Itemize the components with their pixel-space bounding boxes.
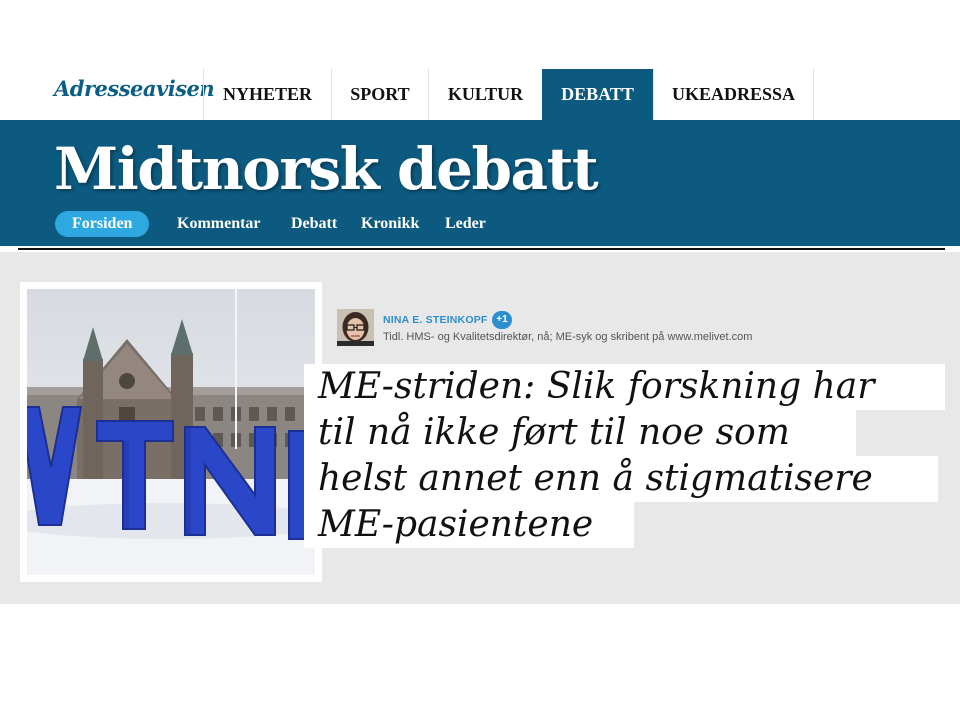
section-title[interactable]: Midtnorsk debatt: [54, 133, 599, 205]
site-logo[interactable]: Adresseavisen: [54, 76, 215, 101]
subnav-debatt[interactable]: Debatt: [291, 211, 337, 237]
article-image[interactable]: [27, 289, 315, 575]
nav-tab-nyheter[interactable]: NYHETER: [203, 69, 331, 120]
subnav-kommentar[interactable]: Kommentar: [177, 211, 261, 237]
author-avatar[interactable]: [337, 309, 374, 346]
nav-tab-sport[interactable]: SPORT: [331, 69, 428, 120]
subnav-forsiden[interactable]: Forsiden: [55, 211, 150, 237]
headline-line-4[interactable]: ME-pasientene: [304, 502, 634, 548]
subnav-kronikk[interactable]: Kronikk: [361, 211, 419, 237]
headline-line-2[interactable]: til nå ikke ført til noe som: [304, 410, 856, 456]
section-divider: [18, 248, 945, 250]
subnav-leder[interactable]: Leder: [445, 211, 486, 237]
nav-tab-kultur[interactable]: KULTUR: [428, 69, 542, 120]
nav-tab-ukeadressa[interactable]: UKEADRESSA: [653, 69, 814, 120]
author-byline: Tidl. HMS- og Kvalitetsdirektør, nå; ME-…: [383, 331, 753, 343]
nav-tab-debatt[interactable]: DEBATT: [542, 69, 653, 120]
author-name[interactable]: NINA E. STEINKOPF: [383, 314, 488, 326]
additional-authors-badge[interactable]: +1: [492, 311, 512, 329]
headline-line-3[interactable]: helst annet enn å stigmatisere: [304, 456, 938, 502]
headline-line-1[interactable]: ME-striden: Slik forskning har: [304, 364, 945, 410]
ntnu-building-photo: [27, 289, 315, 575]
author-portrait: [337, 309, 374, 346]
